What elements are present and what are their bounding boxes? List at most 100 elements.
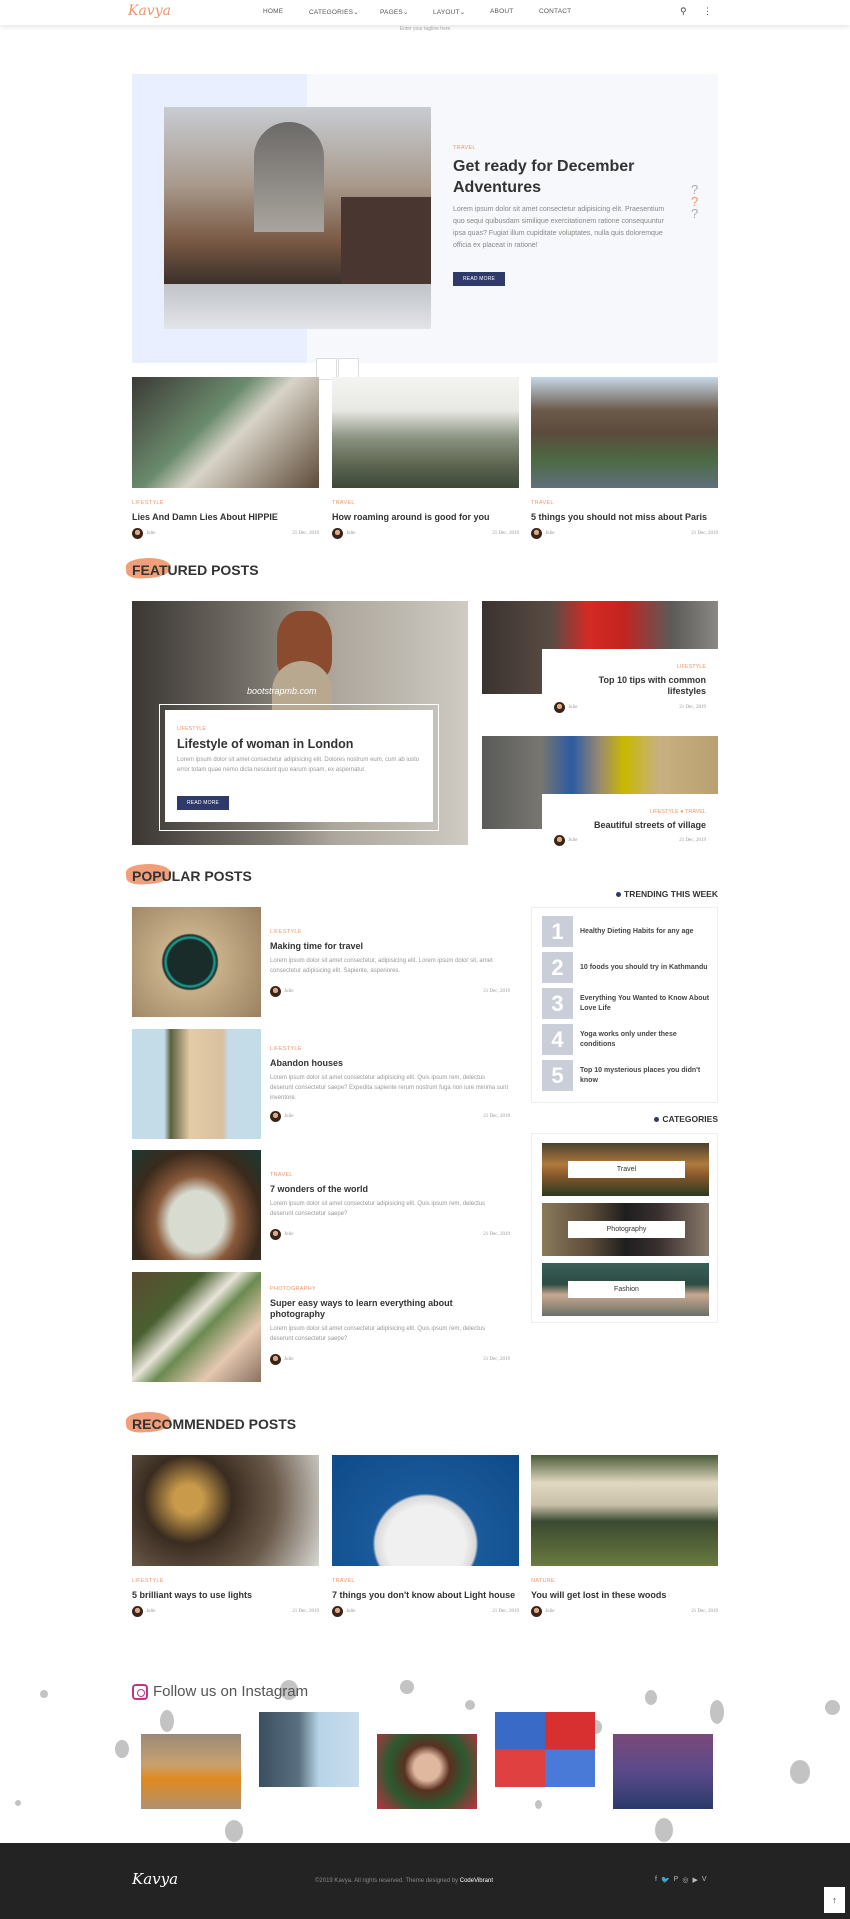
post-image[interactable] bbox=[132, 1272, 261, 1382]
post-author[interactable]: Julie bbox=[284, 1232, 293, 1237]
post-card[interactable]: LIFESTYLE Lies And Damn Lies About HIPPI… bbox=[132, 377, 319, 539]
footer-logo[interactable]: Kavya bbox=[132, 1870, 178, 1888]
hero-title[interactable]: Get ready for December Adventures bbox=[453, 156, 683, 198]
post-image[interactable] bbox=[132, 377, 319, 488]
nav-contact[interactable]: CONTACT bbox=[539, 8, 571, 15]
trending-title[interactable]: Healthy Dieting Habits for any age bbox=[580, 927, 694, 937]
instagram-photo[interactable] bbox=[495, 1712, 595, 1787]
trending-title[interactable]: Top 10 mysterious places you didn't know bbox=[580, 1066, 712, 1086]
facebook-icon[interactable]: f bbox=[655, 1876, 657, 1884]
post-image[interactable] bbox=[132, 1150, 261, 1260]
post-category[interactable]: LIFESTYLE bbox=[542, 664, 706, 670]
trending-item[interactable]: 2 10 foods you should try in Kathmandu bbox=[542, 952, 712, 983]
post-title[interactable]: Abandon houses bbox=[270, 1058, 510, 1069]
popular-post[interactable]: PHOTOGRAPHY Super easy ways to learn eve… bbox=[132, 1272, 510, 1382]
post-author[interactable]: Julie bbox=[545, 1609, 554, 1614]
more-vertical-icon[interactable]: ⋮ bbox=[703, 6, 712, 17]
instagram-photo[interactable] bbox=[141, 1734, 241, 1809]
post-title[interactable]: Lifestyle of woman in London bbox=[177, 737, 353, 751]
post-image[interactable] bbox=[531, 377, 718, 488]
nav-pages[interactable]: PAGES⌄ bbox=[380, 8, 409, 16]
post-image[interactable] bbox=[132, 1455, 319, 1566]
popular-post[interactable]: LIFESTYLE Making time for travel Lorem i… bbox=[132, 907, 510, 1017]
post-author[interactable]: Julie bbox=[146, 1609, 155, 1614]
instagram-photo[interactable] bbox=[377, 1734, 477, 1809]
post-author[interactable]: Julie bbox=[284, 1114, 293, 1119]
category-tile-travel[interactable]: Travel bbox=[542, 1143, 709, 1196]
post-card[interactable]: LIFESTYLE 5 brilliant ways to use lights… bbox=[132, 1455, 319, 1617]
post-title[interactable]: Super easy ways to learn everything abou… bbox=[270, 1298, 510, 1320]
post-title[interactable]: Making time for travel bbox=[270, 941, 510, 952]
hero-read-more-button[interactable]: READ MORE bbox=[453, 272, 506, 286]
post-category[interactable]: LIFESTYLE bbox=[132, 500, 319, 506]
post-category[interactable]: TRAVEL bbox=[332, 1578, 519, 1584]
search-icon[interactable]: ⚲ bbox=[680, 6, 687, 17]
post-author[interactable]: Julie bbox=[346, 531, 355, 536]
post-category[interactable]: LIFESTYLE bbox=[177, 726, 206, 732]
post-card[interactable]: TRAVEL How roaming around is good for yo… bbox=[332, 377, 519, 539]
post-category[interactable]: LIFESTYLE bbox=[270, 1046, 510, 1052]
featured-side-post[interactable]: LIFESTYLE ● TRAVEL Beautiful streets of … bbox=[482, 736, 718, 854]
category-tile-photography[interactable]: Photography bbox=[542, 1203, 709, 1256]
post-title[interactable]: 5 things you should not miss about Paris bbox=[531, 512, 718, 523]
site-logo[interactable]: Kavya bbox=[128, 3, 171, 19]
post-title[interactable]: Top 10 tips with common lifestyles bbox=[542, 675, 706, 697]
post-card[interactable]: TRAVEL 5 things you should not miss abou… bbox=[531, 377, 718, 539]
post-author[interactable]: Julie bbox=[284, 989, 293, 994]
post-image[interactable] bbox=[531, 1455, 718, 1566]
post-category[interactable]: LIFESTYLE ● TRAVEL bbox=[542, 809, 706, 815]
instagram-icon[interactable]: ◎ bbox=[682, 1876, 688, 1884]
post-author[interactable]: Julie bbox=[284, 1357, 293, 1362]
post-author[interactable]: Julie bbox=[545, 531, 554, 536]
popular-post[interactable]: TRAVEL 7 wonders of the world Lorem ipsu… bbox=[132, 1150, 510, 1260]
popular-post[interactable]: LIFESTYLE Abandon houses Lorem ipsum dol… bbox=[132, 1029, 510, 1139]
category-tile-fashion[interactable]: Fashion bbox=[542, 1263, 709, 1316]
post-category[interactable]: PHOTOGRAPHY bbox=[270, 1286, 510, 1292]
trending-title[interactable]: Yoga works only under these conditions bbox=[580, 1030, 712, 1050]
post-title[interactable]: 7 things you don't know about Light hous… bbox=[332, 1590, 519, 1601]
post-category[interactable]: LIFESTYLE bbox=[270, 929, 510, 935]
post-category[interactable]: NATURE bbox=[531, 1578, 718, 1584]
featured-main-post[interactable]: bootstrapmb.com LIFESTYLE Lifestyle of w… bbox=[132, 601, 468, 845]
pinterest-icon[interactable]: P bbox=[674, 1876, 679, 1884]
category-label[interactable]: Travel bbox=[568, 1161, 685, 1178]
post-title[interactable]: Lies And Damn Lies About HIPPIE bbox=[132, 512, 319, 523]
hero-image[interactable] bbox=[164, 107, 431, 329]
youtube-icon[interactable]: ▶ bbox=[692, 1876, 697, 1884]
back-to-top-button[interactable]: ↑ bbox=[824, 1887, 845, 1913]
category-label[interactable]: Photography bbox=[568, 1221, 685, 1238]
twitter-icon[interactable]: 🐦 bbox=[661, 1876, 670, 1884]
nav-home[interactable]: HOME bbox=[263, 8, 283, 15]
trending-item[interactable]: 4 Yoga works only under these conditions bbox=[542, 1024, 712, 1055]
trending-item[interactable]: 5 Top 10 mysterious places you didn't kno… bbox=[542, 1060, 712, 1091]
post-title[interactable]: You will get lost in these woods bbox=[531, 1590, 718, 1601]
slider-dot-icon[interactable]: ? bbox=[691, 207, 698, 220]
post-author[interactable]: Julie bbox=[568, 705, 577, 710]
trending-title[interactable]: 10 foods you should try in Kathmandu bbox=[580, 963, 708, 973]
post-category[interactable]: TRAVEL bbox=[332, 500, 519, 506]
nav-layout[interactable]: LAYOUT⌄ bbox=[433, 8, 465, 16]
category-label[interactable]: Fashion bbox=[568, 1281, 685, 1298]
slider-nav-icon[interactable]: ? ? ? bbox=[691, 183, 698, 220]
post-title[interactable]: How roaming around is good for you bbox=[332, 512, 519, 523]
trending-item[interactable]: 1 Healthy Dieting Habits for any age bbox=[542, 916, 712, 947]
post-category[interactable]: TRAVEL bbox=[270, 1172, 510, 1178]
vimeo-icon[interactable]: V bbox=[702, 1876, 707, 1884]
nav-categories[interactable]: CATEGORIES⌄ bbox=[309, 8, 359, 16]
post-card[interactable]: TRAVEL 7 things you don't know about Lig… bbox=[332, 1455, 519, 1617]
post-category[interactable]: LIFESTYLE bbox=[132, 1578, 319, 1584]
trending-item[interactable]: 3 Everything You Wanted to Know About Lov… bbox=[542, 988, 712, 1019]
post-author[interactable]: Julie bbox=[568, 838, 577, 843]
post-image[interactable] bbox=[332, 1455, 519, 1566]
post-title[interactable]: 7 wonders of the world bbox=[270, 1184, 510, 1195]
post-author[interactable]: Julie bbox=[346, 1609, 355, 1614]
post-image[interactable] bbox=[332, 377, 519, 488]
instagram-photo[interactable] bbox=[259, 1712, 359, 1787]
trending-title[interactable]: Everything You Wanted to Know About Love… bbox=[580, 994, 712, 1014]
post-card[interactable]: NATURE You will get lost in these woods … bbox=[531, 1455, 718, 1617]
post-category[interactable]: TRAVEL bbox=[531, 500, 718, 506]
post-author[interactable]: Julie bbox=[146, 531, 155, 536]
designer-link[interactable]: CodeVibrant bbox=[460, 1878, 493, 1884]
instagram-photo[interactable] bbox=[613, 1734, 713, 1809]
featured-side-post[interactable]: LIFESTYLE Top 10 tips with common lifest… bbox=[482, 601, 718, 729]
